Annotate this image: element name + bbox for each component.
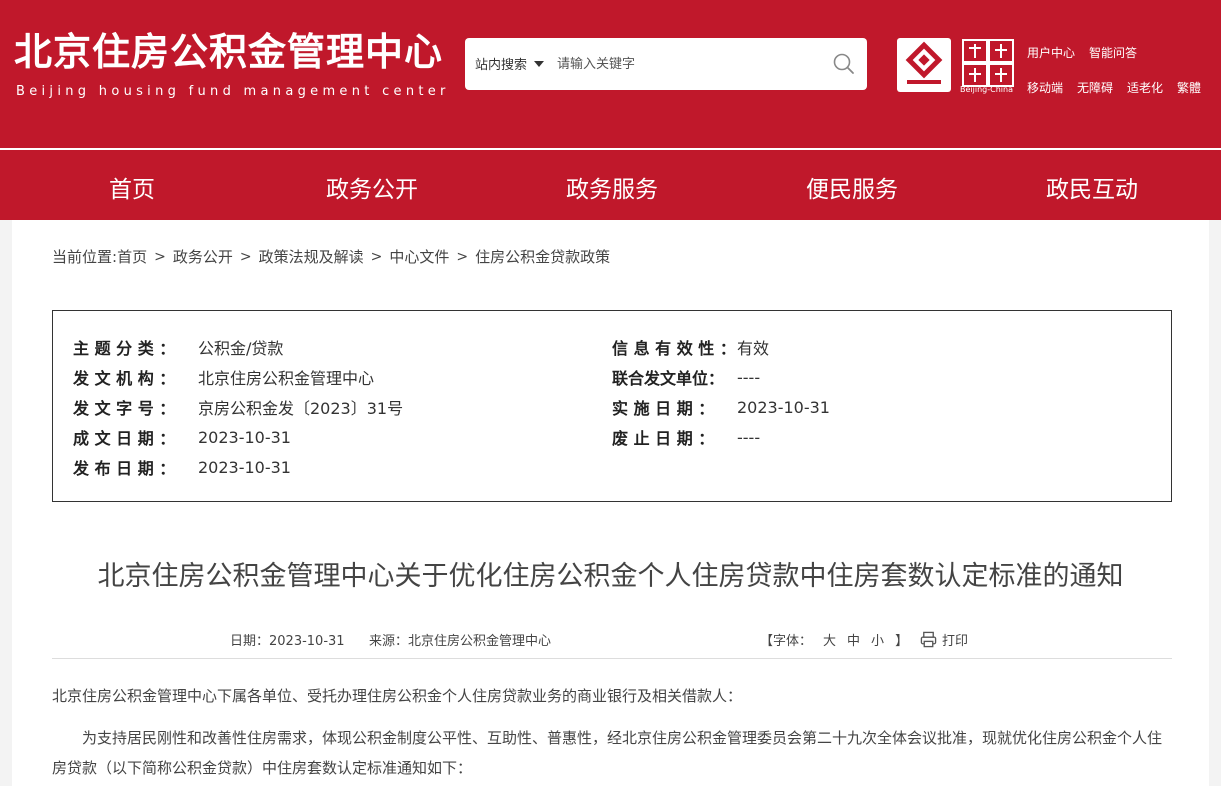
meta-value: 2023-10-31	[198, 457, 291, 477]
breadcrumb-prefix: 当前位置:	[52, 248, 118, 266]
meta-value: 2023-10-31	[198, 427, 291, 447]
breadcrumb-policies[interactable]: 政策法规及解读	[259, 246, 364, 267]
breadcrumb-center-documents[interactable]: 中心文件	[389, 246, 449, 267]
meta-row-validity: 信 息 有 效 性 ： 有效	[612, 336, 769, 358]
meta-value: 公积金/贷款	[198, 339, 284, 358]
font-size-medium[interactable]: 中	[847, 630, 860, 649]
user-center-link[interactable]: 用户中心	[1027, 44, 1075, 61]
meta-value: 2023-10-31	[737, 397, 830, 417]
meta-label: 主 题 分 类 ：	[73, 339, 176, 358]
meta-label: 信 息 有 效 性 ：	[612, 339, 736, 358]
elderly-mode-link[interactable]: 适老化	[1127, 79, 1163, 96]
search-icon[interactable]	[832, 52, 856, 76]
meta-row-effective-date: 实 施 日 期 ： 2023-10-31	[612, 396, 830, 419]
search-box: 站内搜索	[465, 38, 867, 90]
meta-row-repeal-date: 废 止 日 期 ： ----	[612, 426, 761, 449]
site-subtitle: Beijing housing fund management center	[16, 84, 450, 99]
breadcrumb-loan-policy[interactable]: 住房公积金贷款政策	[475, 246, 610, 267]
breadcrumb-separator: >	[239, 248, 252, 265]
search-scope-label: 站内搜索	[475, 58, 528, 73]
main-nav: 首页 政务公开 政务服务 便民服务 政民互动	[0, 150, 1221, 220]
article-date: 日期：2023-10-31	[230, 634, 345, 649]
meta-row-publish-date: 发 布 日 期 ： 2023-10-31	[73, 456, 291, 479]
font-size-small[interactable]: 小	[871, 630, 884, 649]
font-size-close-bracket: 】	[895, 634, 909, 649]
breadcrumb-separator: >	[456, 248, 469, 265]
article-paragraph: 为支持居民刚性和改善性住房需求，体现公积金制度公平性、互助性、普惠性，经北京住房…	[52, 729, 1163, 777]
meta-label: 发 布 日 期 ：	[73, 459, 176, 478]
chevron-down-icon	[534, 60, 545, 67]
document-metadata: 主 题 分 类 ： 公积金/贷款 发 文 机 构 ： 北京住房公积金管理中心 发…	[52, 310, 1172, 502]
meta-row-written-date: 成 文 日 期 ： 2023-10-31	[73, 426, 291, 449]
site-header: 北京住房公积金管理中心 Beijing housing fund managem…	[0, 0, 1221, 148]
housing-fund-logo[interactable]	[897, 38, 951, 92]
font-size-label: 【字体：	[760, 634, 813, 649]
meta-label: 实 施 日 期 ：	[612, 399, 715, 418]
meta-row-joint-issuer: 联合发文单位： ----	[612, 366, 761, 389]
meta-value: 京房公积金发〔2023〕31号	[198, 399, 404, 418]
font-size-control: 【字体： 大 中 小 】	[760, 630, 908, 649]
printer-icon	[920, 631, 937, 648]
nav-government-services[interactable]: 政务服务	[532, 170, 692, 204]
mobile-link[interactable]: 移动端	[1027, 79, 1063, 96]
meta-row-doc-number: 发 文 字 号 ： 京房公积金发〔2023〕31号	[73, 396, 403, 418]
meta-label: 成 文 日 期 ：	[73, 429, 176, 448]
meta-value: 北京住房公积金管理中心	[198, 369, 375, 388]
meta-label: 发 文 字 号 ：	[73, 399, 176, 418]
meta-value: ----	[737, 427, 761, 447]
breadcrumb-separator: >	[370, 248, 383, 265]
breadcrumb-separator: >	[154, 248, 166, 265]
divider	[52, 658, 1172, 659]
font-size-large[interactable]: 大	[823, 630, 836, 649]
meta-row-issuer: 发 文 机 构 ： 北京住房公积金管理中心	[73, 366, 374, 388]
nav-government-affairs[interactable]: 政务公开	[292, 170, 452, 204]
article-paragraph: 北京住房公积金管理中心下属各单位、受托办理住房公积金个人住房贷款业务的商业银行及…	[52, 687, 743, 705]
print-label: 打印	[942, 634, 969, 649]
meta-row-subject: 主 题 分 类 ： 公积金/贷款	[73, 336, 283, 358]
nav-interaction[interactable]: 政民互动	[1012, 170, 1172, 204]
breadcrumb-government-affairs[interactable]: 政务公开	[173, 246, 233, 267]
capital-logo-caption: Beijing-China	[960, 85, 1013, 94]
page-margin-right	[1209, 220, 1221, 786]
search-scope-dropdown[interactable]: 站内搜索	[475, 54, 545, 73]
site-title[interactable]: 北京住房公积金管理中心	[14, 30, 443, 74]
meta-value: ----	[737, 367, 761, 387]
accessibility-link[interactable]: 无障碍	[1077, 79, 1113, 96]
meta-value: 有效	[737, 339, 770, 358]
smart-qa-link[interactable]: 智能问答	[1089, 44, 1137, 61]
traditional-chinese-link[interactable]: 繁體	[1177, 79, 1201, 96]
print-button[interactable]: 打印	[920, 630, 968, 649]
search-input[interactable]	[557, 52, 817, 76]
breadcrumb-home[interactable]: 首页	[117, 246, 147, 267]
nav-public-services[interactable]: 便民服务	[772, 170, 932, 204]
meta-label: 废 止 日 期 ：	[612, 429, 715, 448]
article-title: 北京住房公积金管理中心关于优化住房公积金个人住房贷款中住房套数认定标准的通知	[97, 561, 1124, 592]
meta-label: 发 文 机 构 ：	[73, 369, 176, 388]
breadcrumb: 当前位置: 首页 > 政务公开 > 政策法规及解读 > 中心文件 > 住房公积金…	[52, 246, 610, 267]
article-source: 来源：北京住房公积金管理中心	[369, 634, 552, 649]
meta-label: 联合发文单位：	[612, 369, 725, 388]
nav-home[interactable]: 首页	[52, 170, 212, 204]
page-margin-left	[0, 220, 12, 786]
